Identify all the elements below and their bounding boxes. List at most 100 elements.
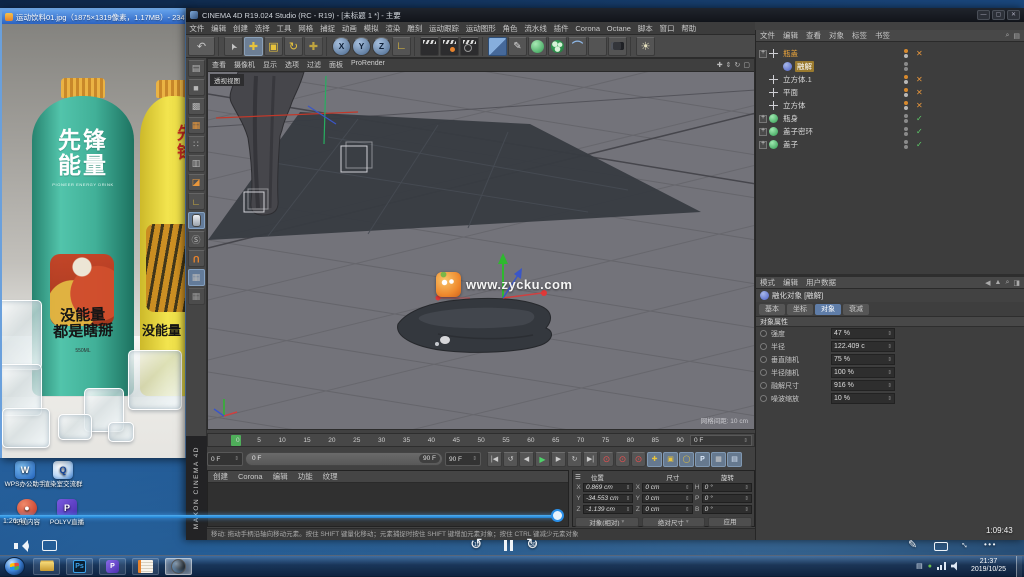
material-manager[interactable]: 创建Corona编辑功能纹理 (207, 470, 569, 527)
property-value-field[interactable]: 122.409 c⇕ (831, 341, 895, 352)
pip-panel-icon[interactable] (934, 542, 948, 551)
y-axis-lock-button[interactable]: Y (352, 37, 371, 56)
polygons-mode-icon[interactable]: ◪ (188, 174, 205, 191)
key-parameter-button[interactable]: P (695, 452, 710, 467)
material-menu-item[interactable]: 功能 (293, 471, 318, 482)
rotation-field[interactable]: 0 °⇕ (702, 494, 752, 503)
viewport[interactable]: 查看摄像机显示选项过滤面板ProRender ✚⇕↻▢ (207, 58, 755, 430)
key-pla-button[interactable]: ▦ (711, 452, 726, 467)
separator[interactable] (218, 37, 221, 56)
viewport-menu-item[interactable]: 查看 (208, 60, 230, 70)
menu-item[interactable]: 捕捉 (317, 23, 339, 34)
render-settings-icon[interactable] (460, 37, 479, 56)
separator[interactable] (630, 37, 633, 56)
menu-item[interactable]: 流水线 (521, 23, 550, 34)
menu-item[interactable]: 模拟 (360, 23, 382, 34)
attribute-tab[interactable]: 坐标 (787, 304, 813, 315)
size-field[interactable]: 0 cm⇕ (642, 494, 692, 503)
object-label[interactable]: 盖子密环 (781, 126, 815, 137)
object-tag-icon[interactable]: ✕ (916, 47, 923, 60)
add-cube-icon[interactable] (488, 37, 507, 56)
z-axis-lock-button[interactable]: Z (372, 37, 391, 56)
om-menu-item[interactable]: 书签 (871, 30, 894, 41)
viewport-canvas[interactable]: 透视视图 www.zycku.com 网格间距: 10 cm (208, 72, 754, 429)
model-mode-icon[interactable]: ■ (188, 79, 205, 96)
x-axis-lock-button[interactable]: X (332, 37, 351, 56)
menu-item[interactable]: 运动跟踪 (426, 23, 463, 34)
om-menu-item[interactable]: 对象 (825, 30, 848, 41)
viewport-menu-item[interactable]: 面板 (325, 60, 347, 70)
object-row[interactable]: 瓶身 ✓ (756, 112, 1024, 125)
video-progress-handle[interactable] (551, 509, 564, 522)
attribute-tab[interactable]: 基本 (759, 304, 785, 315)
menu-item[interactable]: 动画 (338, 23, 360, 34)
expand-toggle[interactable] (759, 115, 767, 123)
object-label[interactable]: 立方体.1 (781, 74, 814, 85)
om-menu-item[interactable]: 标签 (848, 30, 871, 41)
play-button[interactable]: ▶ (535, 452, 550, 467)
key-scale-button[interactable]: ▣ (663, 452, 678, 467)
attribute-section-header[interactable]: 对象属性 (756, 316, 1024, 327)
visibility-dots[interactable] (904, 101, 910, 105)
menu-item[interactable]: 脚本 (634, 23, 656, 34)
position-field[interactable]: -34.553 cm⇕ (583, 494, 633, 503)
back-arrow-icon[interactable]: ◀ (985, 279, 990, 287)
menu-item[interactable]: 运动图形 (462, 23, 499, 34)
menu-item[interactable]: 选择 (251, 23, 273, 34)
menu-item[interactable]: 渲染 (382, 23, 404, 34)
lock-icon[interactable]: ◨ (1013, 279, 1020, 287)
close-button[interactable]: ✕ (1007, 10, 1020, 20)
keyframe-circle-icon[interactable] (760, 395, 767, 402)
material-menu-item[interactable]: 创建 (208, 471, 233, 482)
show-desktop-button[interactable] (1016, 556, 1022, 577)
subtitle-panel-icon[interactable] (42, 540, 57, 551)
search-icon[interactable]: ⌕ (1005, 32, 1009, 40)
annotate-pencil-icon[interactable]: ✎ (908, 538, 917, 551)
object-row[interactable]: 融解 (756, 60, 1024, 73)
video-progress-bar[interactable] (0, 515, 558, 518)
expand-toggle[interactable] (759, 50, 767, 58)
frame-scrubber[interactable]: 0 F 90 F (245, 452, 443, 466)
visibility-dots[interactable] (904, 62, 910, 66)
workplane-lock-icon[interactable]: ▦ (188, 269, 205, 286)
object-label[interactable]: 瓶身 (781, 113, 800, 124)
snap-workplane-icon[interactable]: ▦ (188, 288, 205, 305)
object-label[interactable]: 盖子 (781, 139, 800, 150)
expand-toggle[interactable] (759, 89, 767, 97)
object-row[interactable]: 立方体 ✕ (756, 99, 1024, 112)
apply-button[interactable]: 应用 (708, 517, 752, 527)
object-row[interactable]: 瓶盖 ✕ (756, 47, 1024, 60)
taskbar-player[interactable]: P (99, 558, 126, 575)
scale-tool-icon[interactable]: ▣ (264, 37, 283, 56)
key-rotation-button[interactable]: ◯ (679, 452, 694, 467)
visibility-dots[interactable] (904, 75, 910, 79)
object-label[interactable]: 立方体 (781, 100, 808, 111)
am-menu-item[interactable]: 编辑 (779, 277, 802, 288)
menu-item[interactable]: 帮助 (678, 23, 700, 34)
start-button[interactable] (4, 557, 25, 576)
move-tool-icon[interactable]: ✚ (244, 37, 263, 56)
render-region-icon[interactable] (440, 37, 459, 56)
viewer-titlebar[interactable]: 运动饮料01.jpg（1875×1319像素，1.17MB）- 2345看图王 (2, 10, 185, 24)
object-tag-icon[interactable]: ✓ (916, 138, 923, 151)
keyframe-circle-icon[interactable] (760, 343, 767, 350)
expand-toggle[interactable] (759, 76, 767, 84)
spline-pen-icon[interactable]: ✎ (508, 37, 527, 56)
separator[interactable] (326, 37, 329, 56)
viewport-menu-item[interactable]: 显示 (259, 60, 281, 70)
snap-magnet-icon[interactable]: U (188, 250, 205, 267)
size-mode-dropdown[interactable]: 绝对尺寸▾ (642, 517, 706, 527)
position-field[interactable]: 0.869 cm⇕ (583, 483, 633, 492)
up-arrow-icon[interactable]: ▲ (995, 279, 1002, 287)
material-menu-item[interactable]: 编辑 (268, 471, 293, 482)
coord-mode-dropdown[interactable]: 对象(相对)▾ (575, 517, 639, 527)
om-menu-item[interactable]: 编辑 (779, 30, 802, 41)
object-label[interactable]: 平面 (781, 87, 800, 98)
property-value-field[interactable]: 100 %⇕ (831, 367, 895, 378)
menu-item[interactable]: 角色 (499, 23, 521, 34)
exit-fullscreen-icon[interactable]: ↔ (960, 539, 970, 550)
loop-button[interactable]: ↻ (567, 452, 582, 467)
keyframe-selection-button[interactable]: ⊙ (631, 452, 646, 467)
menu-item[interactable]: 窗口 (656, 23, 678, 34)
property-value-field[interactable]: 47 %⇕ (831, 328, 895, 339)
